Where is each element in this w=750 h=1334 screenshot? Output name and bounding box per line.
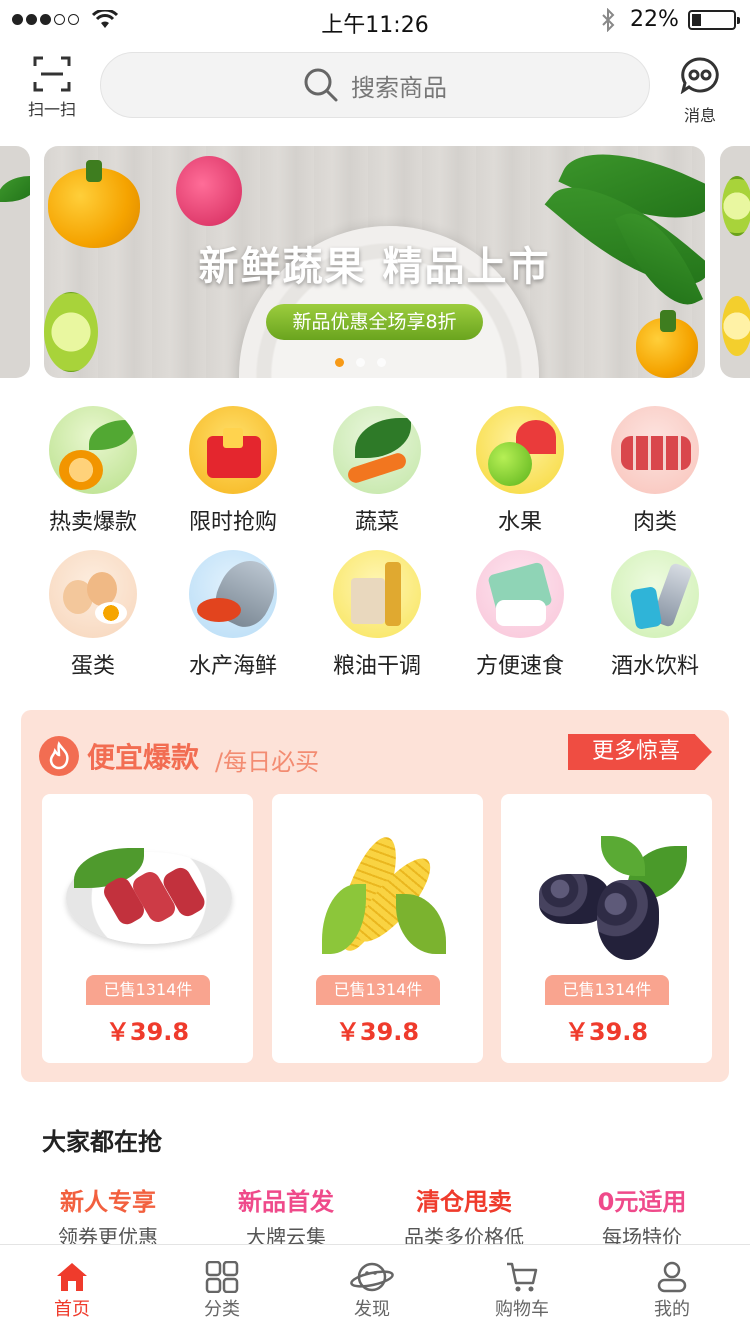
tab-home[interactable]: 首页 <box>22 1261 122 1321</box>
beef-roll-icon <box>62 814 233 964</box>
more-surprises-button[interactable]: 更多惊喜 <box>568 734 712 770</box>
fish-icon <box>189 550 277 638</box>
promo-clearance[interactable]: 清仓甩卖 品类多价格低 <box>384 1182 544 1250</box>
message-button[interactable]: 消息 <box>672 56 728 126</box>
category-label: 水产海鲜 <box>188 654 277 679</box>
scan-button[interactable]: 扫一扫 <box>22 56 82 120</box>
grape-icon <box>521 814 692 964</box>
promo-new-arrival[interactable]: 新品首发 大牌云集 <box>206 1182 366 1250</box>
product-price: ￥39.8 <box>564 1018 649 1046</box>
user-icon <box>657 1261 687 1293</box>
tab-label: 我的 <box>654 1299 690 1320</box>
home-icon <box>57 1263 87 1291</box>
search-icon <box>304 68 338 102</box>
tab-label: 发现 <box>354 1299 390 1320</box>
carousel-dot[interactable] <box>377 358 386 367</box>
vegetable-icon <box>333 406 421 494</box>
promo-zero-yuan[interactable]: 0元适用 每场特价 <box>562 1182 722 1250</box>
tab-mine[interactable]: 我的 <box>622 1261 722 1321</box>
grid-icon <box>205 1261 239 1293</box>
fire-icon <box>39 736 79 776</box>
bottle-icon <box>611 550 699 638</box>
category-label: 粮油干调 <box>332 654 421 679</box>
tab-discover[interactable]: 发现 <box>322 1261 422 1321</box>
battery-icon <box>688 10 740 30</box>
sold-count-badge: 已售1314件 <box>316 975 440 1005</box>
carousel-dots <box>335 358 386 367</box>
carousel-dot-active[interactable] <box>335 358 344 367</box>
category-grain-oil[interactable]: 粮油干调 <box>312 550 442 680</box>
snack-icon <box>476 550 564 638</box>
banner-next-slide[interactable] <box>720 146 750 378</box>
tab-bar: 首页 分类 发现 购物车 我的 <box>0 1244 750 1334</box>
battery-percent: 22% <box>630 7 679 32</box>
banner-promo-pill[interactable]: 新品优惠全场享8折 <box>266 304 483 340</box>
category-label: 肉类 <box>632 510 677 535</box>
bluetooth-icon <box>602 8 615 32</box>
promo-title: 0元适用 <box>597 1188 687 1216</box>
egg-icon <box>49 550 137 638</box>
promo-title: 新人专享 <box>60 1188 156 1216</box>
status-bar: 上午11:26 22% <box>0 0 750 40</box>
search-placeholder: 搜索商品 <box>351 73 447 102</box>
dragonfruit-image <box>176 156 242 226</box>
category-flash-sale[interactable]: 限时抢购 <box>168 406 298 536</box>
corn-icon <box>292 814 463 964</box>
category-label: 酒水饮料 <box>610 654 699 679</box>
sold-count-badge: 已售1314件 <box>545 975 669 1005</box>
lime-image <box>44 292 98 372</box>
tab-label: 购物车 <box>495 1299 549 1320</box>
category-label: 方便速食 <box>475 654 564 679</box>
promo-title: 清仓甩卖 <box>416 1188 512 1216</box>
category-label: 蛋类 <box>70 654 115 679</box>
product-price: ￥39.8 <box>335 1018 420 1046</box>
popular-section-title: 大家都在抢 <box>42 1128 162 1156</box>
search-input[interactable]: 搜索商品 <box>100 52 650 118</box>
pepper-image <box>636 310 698 378</box>
category-vegetable[interactable]: 蔬菜 <box>312 406 442 536</box>
category-label: 热卖爆款 <box>48 510 137 535</box>
fruit-icon <box>476 406 564 494</box>
red-packet-icon <box>189 406 277 494</box>
category-drinks[interactable]: 酒水饮料 <box>590 550 720 680</box>
carousel-dot[interactable] <box>356 358 365 367</box>
category-label: 限时抢购 <box>188 510 277 535</box>
deals-subtitle: /每日必买 <box>215 748 320 776</box>
category-label: 水果 <box>497 510 542 535</box>
product-card[interactable]: 已售1314件 ￥39.8 <box>272 794 483 1063</box>
product-card[interactable]: 已售1314件 ￥39.8 <box>42 794 253 1063</box>
category-fruit[interactable]: 水果 <box>455 406 585 536</box>
tab-category[interactable]: 分类 <box>172 1261 272 1321</box>
tab-label: 分类 <box>204 1299 240 1320</box>
cart-icon <box>507 1262 538 1292</box>
promo-title: 新品首发 <box>238 1188 334 1216</box>
category-hot[interactable]: 热卖爆款 <box>28 406 158 536</box>
scan-icon <box>33 56 71 92</box>
scan-label: 扫一扫 <box>27 100 76 119</box>
tab-cart[interactable]: 购物车 <box>472 1261 572 1321</box>
deals-section: 便宜爆款 /每日必买 更多惊喜 已售1314件 ￥39.8 已售1314件 ￥3… <box>21 710 729 1082</box>
banner-carousel[interactable]: 新鲜蔬果 精品上市 新品优惠全场享8折 <box>44 146 705 378</box>
banner-prev-slide[interactable] <box>0 146 30 378</box>
product-card[interactable]: 已售1314件 ￥39.8 <box>501 794 712 1063</box>
product-price: ￥39.8 <box>105 1018 190 1046</box>
oil-icon <box>333 550 421 638</box>
deals-title: 便宜爆款 <box>87 741 200 774</box>
category-seafood[interactable]: 水产海鲜 <box>168 550 298 680</box>
banner-title: 新鲜蔬果 精品上市 <box>198 244 551 290</box>
category-egg[interactable]: 蛋类 <box>28 550 158 680</box>
category-label: 蔬菜 <box>354 510 399 535</box>
chat-bubble-icon <box>680 57 719 95</box>
sold-count-badge: 已售1314件 <box>86 975 210 1005</box>
orange-icon <box>49 406 137 494</box>
planet-icon <box>350 1262 394 1292</box>
tab-label: 首页 <box>54 1299 90 1320</box>
message-label: 消息 <box>683 106 716 125</box>
meat-icon <box>611 406 699 494</box>
category-instant-food[interactable]: 方便速食 <box>455 550 585 680</box>
promo-new-user[interactable]: 新人专享 领券更优惠 <box>28 1182 188 1250</box>
category-meat[interactable]: 肉类 <box>590 406 720 536</box>
